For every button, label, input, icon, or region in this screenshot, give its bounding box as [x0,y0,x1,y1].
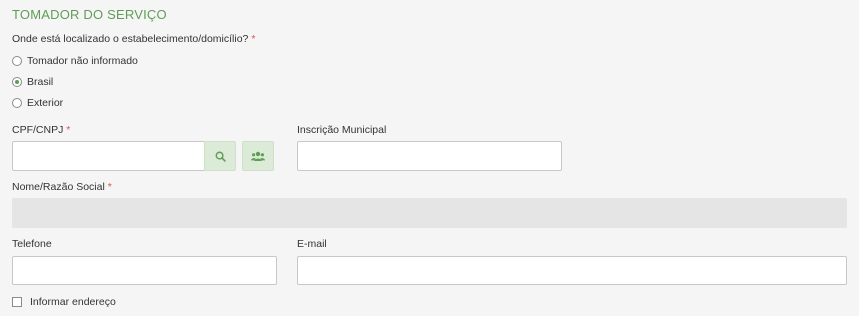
email-input[interactable] [297,256,847,285]
nome-razao-social-input [12,198,847,228]
radio-button[interactable] [12,98,22,108]
cpf-cnpj-input[interactable] [12,141,205,171]
users-icon [251,151,265,161]
radio-label: Tomador não informado [27,55,138,67]
radio-button[interactable] [12,56,22,66]
informar-endereco-checkbox-row[interactable]: Informar endereço [12,296,116,308]
required-mark: * [251,33,256,45]
informar-endereco-label: Informar endereço [30,296,116,308]
inscricao-municipal-label: Inscrição Municipal [297,124,387,136]
users-button[interactable] [242,141,274,171]
location-question: Onde está localizado o estabelecimento/d… [12,33,255,45]
radio-brasil[interactable]: Brasil [12,76,53,88]
radio-tomador-nao-informado[interactable]: Tomador não informado [12,55,138,67]
cpf-cnpj-label-text: CPF/CNPJ [12,124,64,136]
telefone-input[interactable] [12,256,277,285]
radio-label: Brasil [27,76,54,88]
cpf-cnpj-label: CPF/CNPJ * [12,124,70,136]
nome-razao-social-label-text: Nome/Razão Social [12,181,105,193]
nome-razao-social-label: Nome/Razão Social * [12,181,112,193]
telefone-label: Telefone [12,238,52,250]
search-icon [215,151,226,162]
informar-endereco-checkbox[interactable] [12,297,22,307]
required-mark: * [107,181,112,193]
section-title: TOMADOR DO SERVIÇO [12,7,167,22]
radio-button[interactable] [12,77,22,87]
radio-exterior[interactable]: Exterior [12,97,63,109]
search-button[interactable] [204,141,236,171]
email-label: E-mail [297,238,327,250]
inscricao-municipal-input[interactable] [297,141,562,171]
radio-label: Exterior [27,97,64,109]
location-question-text: Onde está localizado o estabelecimento/d… [12,33,249,45]
required-mark: * [66,124,71,136]
